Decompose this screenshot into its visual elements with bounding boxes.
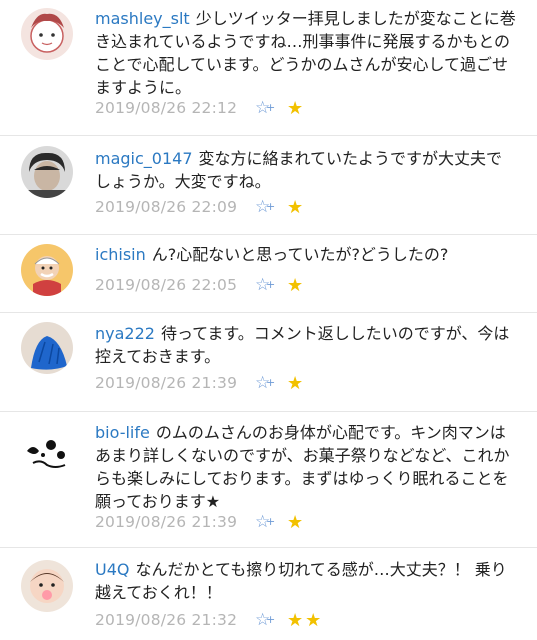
avatar[interactable]: [21, 322, 73, 374]
avatar[interactable]: [21, 560, 73, 612]
comment-timestamp: 2019/08/26 22:12: [95, 99, 238, 117]
star-rating[interactable]: ★★: [287, 610, 323, 631]
comment-text: のムのムさんのお身体が心配です。キン肉マンはあまり詳しくないのですが、お菓子祭り…: [95, 423, 510, 511]
comment-list: mashley_slt 少しツイッター拝見しましたが変なことに巻き込まれているよう…: [0, 0, 537, 640]
comment-item: mashley_slt 少しツイッター拝見しましたが変なことに巻き込まれているよう…: [0, 0, 537, 136]
avatar[interactable]: [21, 146, 73, 198]
avatar[interactable]: [21, 244, 73, 296]
comment-body: magic_0147 変な方に絡まれていたようですが大丈夫でしょうか。大変ですね。: [95, 147, 517, 193]
comment-username[interactable]: mashley_slt: [95, 9, 190, 28]
comment-timestamp: 2019/08/26 21:32: [95, 611, 238, 629]
comment-body: ichisin ん?心配ないと思っていたが?どうしたの?: [95, 243, 517, 266]
comment-username[interactable]: magic_0147: [95, 149, 193, 168]
comment-meta: 2019/08/26 21:39 ☆ + ★: [95, 372, 305, 394]
comment-timestamp: 2019/08/26 22:09: [95, 198, 238, 216]
comment-item: ichisin ん?心配ないと思っていたが?どうしたの? 2019/08/26 2…: [0, 235, 537, 313]
comment-text: なんだかとても擦り切れてる感が…大丈夫？！ 乗り越えておくれ！！: [95, 560, 507, 602]
comment-text: 待ってます。コメント返ししたいのですが、今は控えておきます。: [95, 324, 510, 366]
favorite-add-icon[interactable]: ☆ +: [255, 610, 283, 630]
comment-username[interactable]: ichisin: [95, 245, 146, 264]
star-rating[interactable]: ★: [287, 197, 305, 218]
comment-item: magic_0147 変な方に絡まれていたようですが大丈夫でしょうか。大変ですね。…: [0, 136, 537, 235]
comment-meta: 2019/08/26 21:32 ☆ + ★★: [95, 609, 323, 631]
comment-item: nya222 待ってます。コメント返ししたいのですが、今は控えておきます。 201…: [0, 313, 537, 412]
star-rating[interactable]: ★: [287, 512, 305, 533]
favorite-add-icon[interactable]: ☆ +: [255, 98, 283, 118]
avatar[interactable]: [21, 425, 73, 477]
comment-item: U4Q なんだかとても擦り切れてる感が…大丈夫？！ 乗り越えておくれ！！ 2019…: [0, 548, 537, 640]
comment-body: nya222 待ってます。コメント返ししたいのですが、今は控えておきます。: [95, 322, 517, 368]
comment-item: bio-life のムのムさんのお身体が心配です。キン肉マンはあまり詳しくないので…: [0, 412, 537, 548]
comment-body: bio-life のムのムさんのお身体が心配です。キン肉マンはあまり詳しくないので…: [95, 421, 517, 513]
comment-meta: 2019/08/26 22:12 ☆ + ★: [95, 97, 305, 119]
star-rating[interactable]: ★: [287, 98, 305, 119]
comment-meta: 2019/08/26 22:05 ☆ + ★: [95, 274, 305, 296]
comment-username[interactable]: nya222: [95, 324, 155, 343]
favorite-add-icon[interactable]: ☆ +: [255, 275, 283, 295]
comment-timestamp: 2019/08/26 21:39: [95, 374, 238, 392]
comment-body: U4Q なんだかとても擦り切れてる感が…大丈夫？！ 乗り越えておくれ！！: [95, 558, 517, 604]
star-rating[interactable]: ★: [287, 275, 305, 296]
favorite-add-icon[interactable]: ☆ +: [255, 512, 283, 532]
comment-body: mashley_slt 少しツイッター拝見しましたが変なことに巻き込まれているよう…: [95, 7, 517, 99]
favorite-add-icon[interactable]: ☆ +: [255, 197, 283, 217]
comment-meta: 2019/08/26 21:39 ☆ + ★: [95, 511, 305, 533]
comment-text: ん?心配ないと思っていたが?どうしたの?: [151, 245, 449, 264]
comment-timestamp: 2019/08/26 22:05: [95, 276, 238, 294]
comment-timestamp: 2019/08/26 21:39: [95, 513, 238, 531]
favorite-add-icon[interactable]: ☆ +: [255, 373, 283, 393]
avatar[interactable]: [21, 8, 73, 60]
star-rating[interactable]: ★: [287, 373, 305, 394]
comment-username[interactable]: bio-life: [95, 423, 150, 442]
comment-username[interactable]: U4Q: [95, 560, 129, 579]
comment-meta: 2019/08/26 22:09 ☆ + ★: [95, 196, 305, 218]
